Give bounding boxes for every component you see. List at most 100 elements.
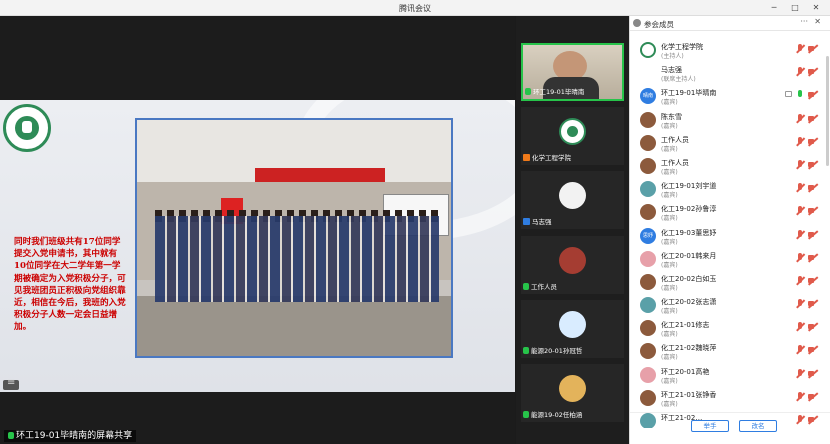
member-role: (嘉宾): [661, 122, 678, 130]
member-row[interactable]: 化工21-01修志 (嘉宾): [630, 317, 825, 340]
slide-menu-icon[interactable]: [3, 377, 19, 390]
member-role: (嘉宾): [661, 400, 678, 408]
close-icon[interactable]: ✕: [814, 17, 821, 26]
school-logo: [3, 104, 51, 152]
camera-off-icon[interactable]: [808, 184, 817, 191]
avatar: [640, 181, 656, 198]
camera-off-icon[interactable]: [808, 300, 817, 307]
camera-off-icon[interactable]: [808, 207, 817, 214]
camera-off-icon[interactable]: [808, 91, 817, 98]
mic-muted-icon[interactable]: [796, 67, 804, 77]
mic-muted-icon[interactable]: [796, 345, 804, 355]
rename-button[interactable]: 改名: [739, 420, 777, 432]
user-icon: [523, 154, 530, 161]
members-icon: [633, 19, 641, 27]
mic-muted-icon[interactable]: [796, 252, 804, 263]
avatar: [559, 182, 586, 209]
mic-icon: [523, 411, 529, 418]
restore-icon[interactable]: □: [789, 2, 801, 14]
close-icon[interactable]: ✕: [810, 2, 822, 14]
member-row[interactable]: 化学工程学院 (主持人): [630, 39, 825, 62]
member-row[interactable]: 思妤 化工19-03董思妤 (嘉宾): [630, 225, 825, 248]
title-bar: 腾讯会议 ─ □ ✕: [0, 0, 830, 16]
member-role: (嘉宾): [661, 284, 678, 292]
camera-off-icon[interactable]: [808, 254, 817, 261]
member-row[interactable]: 化工21-02魏晓萍 (嘉宾): [630, 340, 825, 363]
member-row[interactable]: 工作人员 (嘉宾): [630, 155, 825, 178]
camera-off-icon[interactable]: [808, 45, 817, 52]
mic-muted-icon[interactable]: [796, 391, 804, 402]
camera-off-icon[interactable]: [808, 115, 817, 122]
camera-off-icon[interactable]: [808, 231, 817, 238]
camera-off-icon[interactable]: [808, 393, 817, 400]
mic-muted-icon[interactable]: [796, 368, 804, 379]
member-row[interactable]: 化工20-01韩来月 (嘉宾): [630, 248, 825, 271]
video-tile[interactable]: 环工19-01毕晴南: [521, 43, 624, 101]
scrollbar[interactable]: [826, 56, 829, 166]
avatar: [559, 118, 586, 145]
avatar: [640, 273, 656, 290]
member-role: (嘉宾): [661, 308, 678, 316]
mic-muted-icon[interactable]: [796, 275, 804, 286]
mic-muted-icon[interactable]: [796, 183, 804, 193]
video-tile[interactable]: 马志强: [521, 171, 624, 229]
member-row[interactable]: 化工19-01刘宇道 (嘉宾): [630, 178, 825, 201]
minimize-icon[interactable]: ─: [768, 2, 780, 14]
presentation-slide: 同时我们班级共有17位同学提交入党申请书，其中就有10位同学在大二学年第一学期被…: [0, 100, 515, 392]
member-row[interactable]: 马志强 (联席主持人): [630, 62, 825, 85]
tile-label: 能源20-01孙冠哲: [531, 347, 583, 355]
camera-off-icon[interactable]: [808, 277, 817, 284]
member-role: (嘉宾): [661, 354, 678, 362]
mic-muted-icon[interactable]: [796, 113, 804, 124]
tile-label: 化学工程学院: [532, 154, 571, 162]
video-tile[interactable]: 能源20-01孙冠哲: [521, 300, 624, 358]
avatar: 晴南: [640, 88, 656, 105]
camera-off-icon[interactable]: [808, 68, 817, 75]
member-row[interactable]: 工作人员 (嘉宾): [630, 132, 825, 155]
member-row[interactable]: 化工20-02白如玉 (嘉宾): [630, 271, 825, 294]
mic-muted-icon[interactable]: [796, 206, 804, 216]
members-list[interactable]: 化学工程学院 (主持人) 马志强 (联席主持人) 晴南 环工19-01毕晴南 (嘉宾) 陈东雪…: [630, 39, 825, 428]
members-panel-footer: 举手 改名: [630, 412, 830, 444]
tile-label: 能源19-02任柏涵: [531, 411, 583, 419]
avatar: [640, 320, 656, 337]
mic-muted-icon[interactable]: [796, 322, 804, 332]
avatar: [640, 42, 656, 58]
member-row[interactable]: 晴南 环工19-01毕晴南 (嘉宾): [630, 85, 825, 108]
member-row[interactable]: 环工21-01张铮香 (嘉宾): [630, 387, 825, 410]
more-icon[interactable]: ···: [800, 17, 808, 26]
mic-muted-icon[interactable]: [796, 159, 804, 170]
mic-muted-icon[interactable]: [796, 44, 804, 54]
mic-muted-icon[interactable]: [796, 136, 804, 147]
video-tile[interactable]: 能源19-02任柏涵: [521, 364, 624, 422]
avatar: [640, 297, 656, 314]
video-tile[interactable]: 工作人员: [521, 236, 624, 294]
members-panel-title: 参会成员: [644, 20, 674, 29]
member-row[interactable]: 化工20-02张志潇 (嘉宾): [630, 294, 825, 317]
camera-off-icon[interactable]: [808, 138, 817, 145]
screen-share-icon: [785, 91, 792, 98]
camera-off-icon[interactable]: [808, 161, 817, 168]
camera-off-icon[interactable]: [808, 370, 817, 377]
mic-muted-icon[interactable]: [796, 299, 804, 309]
shared-screen-area[interactable]: 同时我们班级共有17位同学提交入党申请书，其中就有10位同学在大二学年第一学期被…: [0, 16, 515, 444]
mic-muted-icon[interactable]: [796, 229, 804, 240]
raise-hand-button[interactable]: 举手: [691, 420, 729, 432]
tile-label: 环工19-01毕晴南: [533, 88, 585, 96]
member-role: (嘉宾): [661, 99, 678, 107]
member-row[interactable]: 陈东雪 (嘉宾): [630, 109, 825, 132]
video-tile[interactable]: 化学工程学院: [521, 107, 624, 165]
member-row[interactable]: 环工20-01高艳 (嘉宾): [630, 364, 825, 387]
mic-icon[interactable]: [796, 90, 804, 100]
video-strip[interactable]: 环工19-01毕晴南 化学工程学院 马志强 工作人员 能源20-01孙冠哲 能源…: [516, 16, 629, 444]
member-role: (嘉宾): [661, 215, 678, 223]
screen-share-label: 环工19-01毕晴南的屏幕共享: [4, 430, 137, 442]
camera-off-icon[interactable]: [808, 323, 817, 330]
member-row[interactable]: 化工19-02孙鲁淳 (嘉宾): [630, 201, 825, 224]
avatar: [640, 204, 656, 221]
member-role: (嘉宾): [661, 238, 678, 246]
camera-off-icon[interactable]: [808, 346, 817, 353]
member-role: (嘉宾): [661, 331, 678, 339]
avatar: [640, 366, 656, 383]
avatar: [640, 111, 656, 128]
